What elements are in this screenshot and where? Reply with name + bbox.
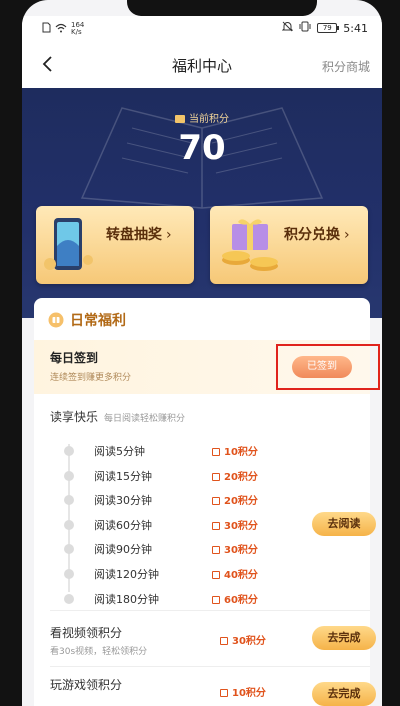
timeline-dot (64, 544, 74, 555)
timeline-dot (64, 593, 74, 604)
video-task-title: 看视频领积分 (50, 626, 123, 640)
coin-icon (212, 546, 220, 555)
video-complete-button[interactable]: 去完成 (312, 626, 376, 650)
lottery-card[interactable]: 转盘抽奖 › (36, 206, 194, 284)
game-task-points: 10积分 (220, 684, 266, 699)
divider (50, 666, 370, 667)
reading-task-points: 10积分 (212, 443, 258, 458)
video-task-points: 30积分 (220, 632, 266, 647)
coin-icon (212, 595, 220, 604)
reading-task-points: 30积分 (212, 541, 258, 556)
coin-icon (212, 521, 220, 530)
timeline-dot (64, 495, 74, 506)
points-hero: 当前积分 70 转盘抽奖 › 积分兑换 › (22, 88, 382, 318)
list-item: 阅读90分钟 30积分 (34, 536, 370, 561)
reading-task-name: 阅读180分钟 (94, 592, 159, 606)
divider (50, 610, 370, 611)
phone-prize-icon (44, 218, 93, 270)
coin-icon (212, 472, 220, 481)
lottery-card-label: 转盘抽奖 › (106, 227, 172, 243)
reading-task-points: 20积分 (212, 492, 258, 507)
reading-task-points: 20积分 (212, 468, 258, 483)
reading-task-name: 阅读90分钟 (94, 543, 152, 557)
coin-icon (220, 637, 228, 645)
exchange-card[interactable]: 积分兑换 › (210, 206, 368, 284)
status-bar: 164 K/s 79 5:41 (22, 16, 382, 42)
points-label: 当前积分 (22, 110, 382, 125)
status-right: 79 5:41 (282, 21, 368, 35)
points-icon (175, 115, 185, 123)
wifi-icon (55, 23, 67, 36)
timeline-dot (64, 568, 74, 579)
mute-icon (282, 21, 294, 35)
exchange-card-label: 积分兑换 › (284, 227, 350, 243)
clock: 5:41 (343, 21, 368, 35)
game-task-title: 玩游戏领积分 (50, 678, 123, 692)
timeline-dot (64, 519, 74, 530)
daily-welfare-title: 日常福利 (70, 313, 126, 329)
reading-task-points: 40积分 (212, 566, 258, 581)
battery-icon: 79 (317, 23, 340, 33)
status-left: 164 K/s (42, 22, 84, 36)
reading-task-name: 阅读120分钟 (94, 567, 159, 581)
camera-notch (127, 0, 317, 16)
sim-icon (42, 22, 51, 36)
reading-task-name: 阅读15分钟 (94, 469, 152, 483)
coin-icon (212, 448, 220, 456)
app-screen: 164 K/s 79 5:41 福利中心 积分商城 当前积分 70 转盘抽奖 ›… (22, 0, 382, 706)
reading-task-name: 阅读60分钟 (94, 518, 152, 532)
reading-header: 读享快乐 每日阅读轻松赚积分 (50, 408, 185, 425)
list-item: 阅读180分钟 60积分 (34, 586, 370, 611)
points-value: 70 (178, 128, 226, 168)
go-read-button[interactable]: 去阅读 (312, 512, 376, 536)
list-item: 阅读30分钟 20积分 (34, 487, 370, 512)
phone-frame: 164 K/s 79 5:41 福利中心 积分商城 当前积分 70 转盘抽奖 ›… (0, 0, 400, 706)
gift-coins-icon (222, 219, 278, 271)
points-mall-link[interactable]: 积分商城 (322, 58, 370, 75)
navigation-bar: 福利中心 积分商城 (22, 42, 382, 88)
video-task-subtitle: 看30s视频，轻松领积分 (50, 647, 148, 657)
timeline-dot (64, 446, 74, 456)
reading-task-points: 30积分 (212, 517, 258, 532)
reading-task-name: 阅读30分钟 (94, 494, 152, 508)
coin-icon (212, 497, 220, 506)
network-speed: 164 K/s (71, 21, 85, 36)
gift-badge-icon (48, 312, 64, 328)
vibrate-icon (299, 21, 311, 35)
chevron-right-icon: › (166, 227, 172, 243)
list-item: 阅读120分钟 40积分 (34, 561, 370, 586)
coin-icon (212, 570, 220, 579)
highlight-box (276, 344, 380, 390)
timeline-dot (64, 470, 74, 481)
list-item: 阅读5分钟 10积分 (34, 438, 370, 463)
chevron-right-icon: › (344, 227, 350, 243)
reading-task-points: 60积分 (212, 591, 258, 606)
checkin-title: 每日签到 (50, 351, 99, 365)
reading-task-name: 阅读5分钟 (94, 445, 145, 458)
coin-icon (220, 689, 228, 697)
checkin-row: 每日签到 连续签到赚更多积分 已签到 (34, 340, 380, 394)
game-complete-button[interactable]: 去完成 (312, 682, 376, 706)
checkin-subtitle: 连续签到赚更多积分 (50, 373, 132, 383)
reading-subtitle: 每日阅读轻松赚积分 (104, 414, 186, 424)
reading-title: 读享快乐 (50, 410, 99, 424)
daily-welfare-panel: 日常福利 每日签到 连续签到赚更多积分 已签到 读享快乐 每日阅读轻松赚积分 阅… (34, 298, 380, 706)
daily-welfare-header: 日常福利 (48, 310, 126, 330)
list-item: 阅读15分钟 20积分 (34, 463, 370, 488)
